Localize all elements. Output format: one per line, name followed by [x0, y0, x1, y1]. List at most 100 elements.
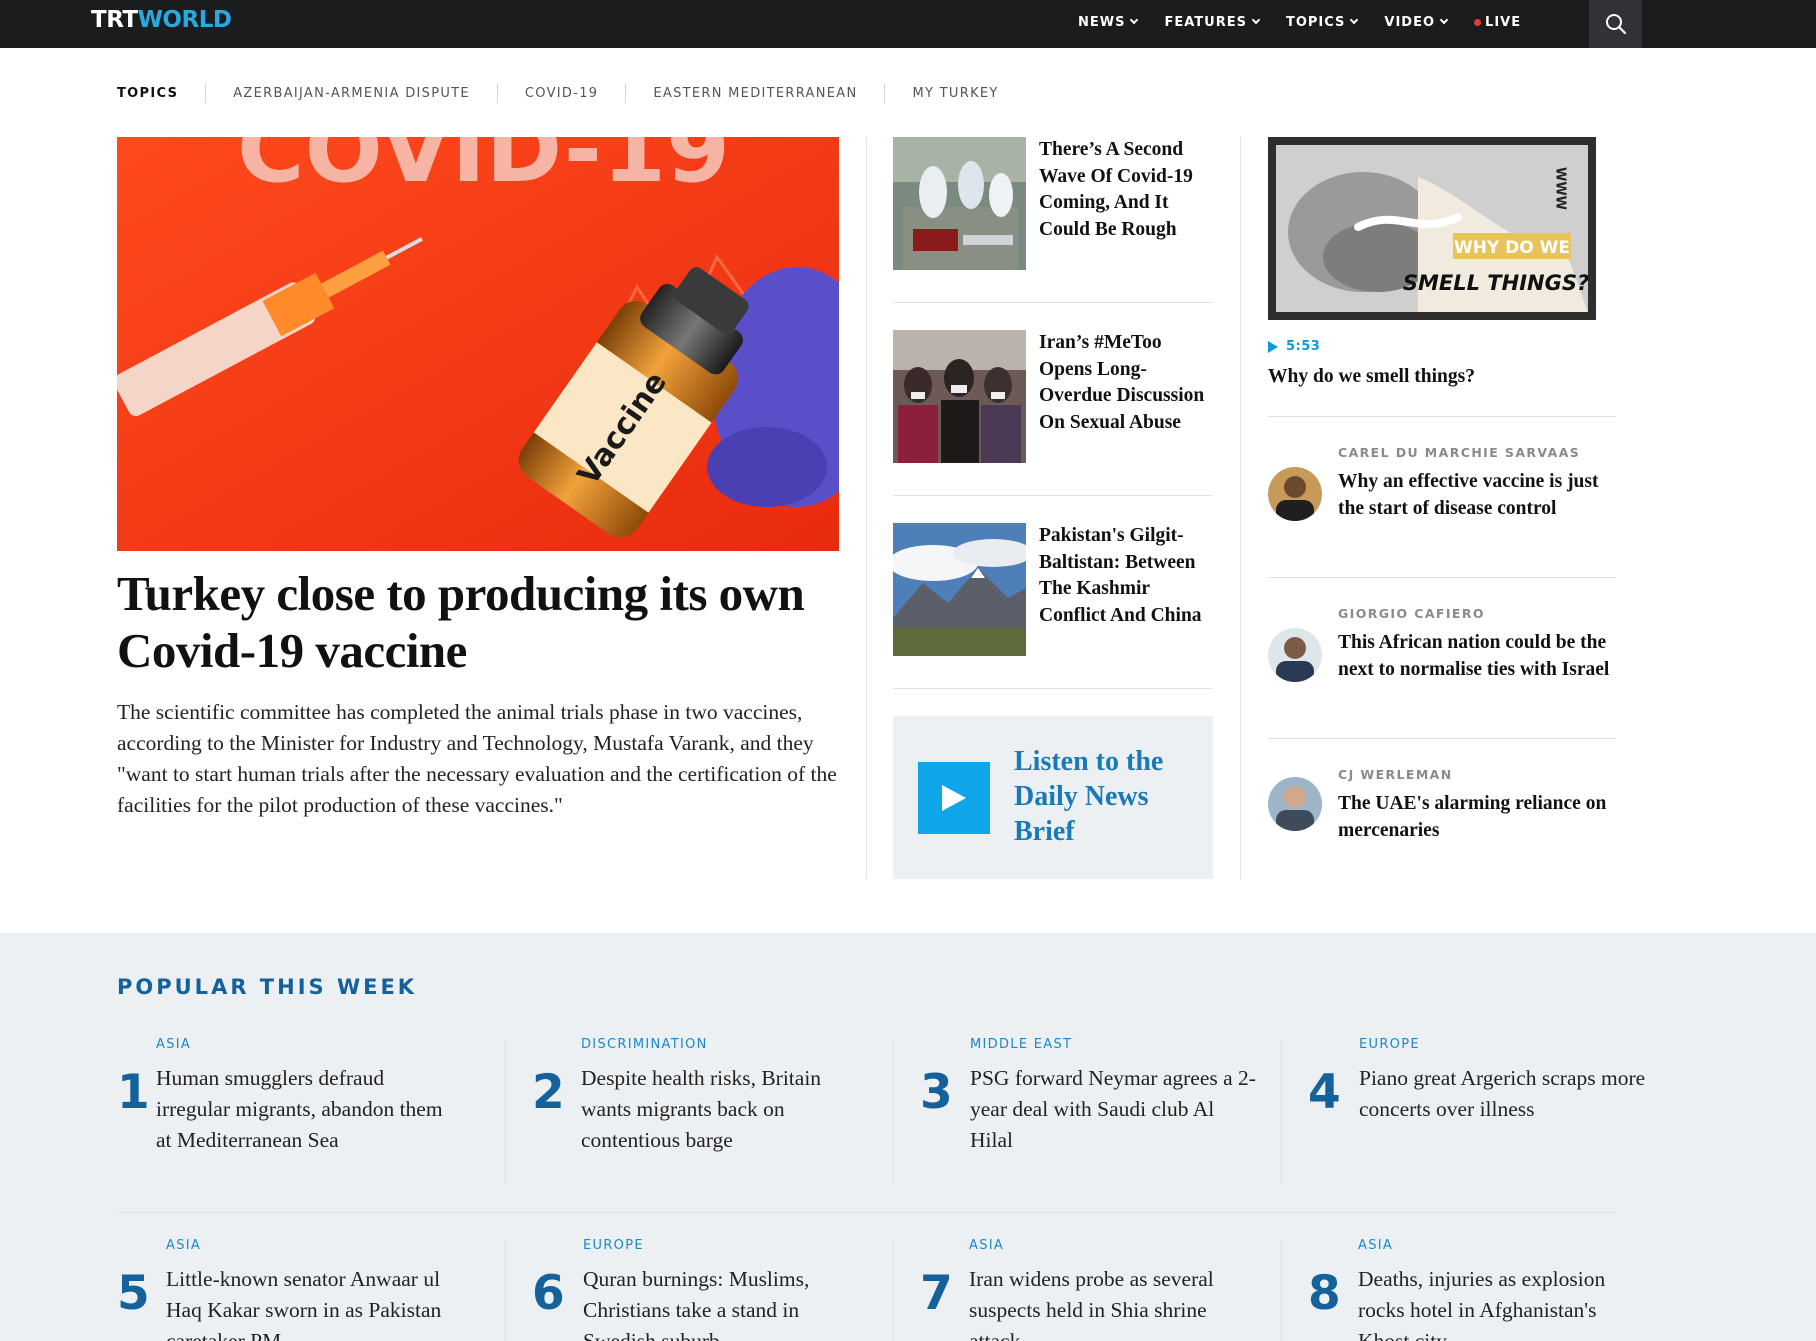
main-nav: NEWS FEATURES TOPICS VIDEO LIVE — [1078, 0, 1548, 44]
divider — [893, 1240, 894, 1341]
rank-number: 6 — [532, 1266, 565, 1321]
opinion-headline[interactable]: The UAE's alarming reliance on mercenari… — [1338, 791, 1618, 844]
topic-link-my-turkey[interactable]: MY TURKEY — [912, 86, 998, 101]
lead-story-summary: The scientific committee has completed t… — [117, 700, 837, 817]
divider — [505, 1240, 506, 1341]
image-banner-text: COVID-19 — [237, 137, 730, 203]
popular-headline[interactable]: PSG forward Neymar agrees a 2-year deal … — [970, 1063, 1260, 1156]
opinion-card[interactable]: CAREL DU MARCHIE SARVAAS Why an effectiv… — [1268, 445, 1618, 565]
divider — [117, 1212, 1617, 1213]
category-label[interactable]: ASIA — [156, 1037, 191, 1052]
category-label[interactable]: ASIA — [1358, 1238, 1393, 1253]
divider — [496, 83, 498, 103]
popular-item[interactable]: 8 ASIA Deaths, injuries as explosion roc… — [1308, 1238, 1648, 1341]
divider — [893, 302, 1213, 303]
popular-item[interactable]: 3 MIDDLE EAST PSG forward Neymar agrees … — [920, 1037, 1260, 1187]
topic-link-eastern-mediterranean[interactable]: EASTERN MEDITERRANEAN — [653, 86, 857, 101]
category-label[interactable]: ASIA — [969, 1238, 1004, 1253]
popular-item[interactable]: 6 EUROPE Quran burnings: Muslims, Christ… — [532, 1238, 862, 1341]
video-thumbnail[interactable]: WHY DO WE SMELL THINGS? WWW — [1268, 137, 1596, 320]
daily-news-brief-podcast[interactable]: Listen to the Daily News Brief — [893, 716, 1213, 879]
live-dot-icon — [1474, 18, 1482, 26]
story-thumbnail-mountains[interactable] — [893, 523, 1026, 656]
divider — [205, 83, 207, 103]
search-button[interactable] — [1589, 0, 1642, 48]
rank-number: 4 — [1308, 1065, 1341, 1120]
nav-video[interactable]: VIDEO — [1384, 14, 1449, 30]
story-card[interactable]: There’s A Second Wave Of Covid-19 Coming… — [893, 137, 1213, 270]
popular-headline[interactable]: Despite health risks, Britain wants migr… — [581, 1063, 871, 1156]
top-navigation-bar: TRTWORLD NEWS FEATURES TOPICS VIDEO LIVE — [0, 0, 1816, 48]
story-thumbnail-covid-workers[interactable] — [893, 137, 1026, 270]
popular-item[interactable]: 2 DISCRIMINATION Despite health risks, B… — [532, 1037, 862, 1187]
story-headline[interactable]: There’s A Second Wave Of Covid-19 Coming… — [1039, 137, 1217, 243]
video-duration: 5:53 — [1268, 339, 1320, 354]
nav-topics-label: TOPICS — [1285, 14, 1346, 30]
section-heading: POPULAR THIS WEEK — [117, 975, 418, 999]
opinion-card[interactable]: GIORGIO CAFIERO This African nation coul… — [1268, 606, 1618, 726]
avatar — [1268, 628, 1322, 682]
video-headline[interactable]: Why do we smell things? — [1268, 364, 1475, 390]
story-headline[interactable]: Pakistan's Gilgit-Baltistan: Between The… — [1039, 523, 1217, 629]
story-headline[interactable]: Iran’s #MeToo Opens Long-Overdue Discuss… — [1039, 330, 1217, 436]
story-thumbnail-protest[interactable] — [893, 330, 1026, 463]
author-name[interactable]: CAREL DU MARCHIE SARVAAS — [1338, 445, 1580, 460]
nav-features[interactable]: FEATURES — [1164, 14, 1261, 30]
thumb-text-line1: WHY DO WE — [1454, 238, 1570, 258]
popular-headline[interactable]: Iran widens probe as several suspects he… — [969, 1264, 1259, 1341]
category-label[interactable]: EUROPE — [1359, 1037, 1420, 1052]
chevron-down-icon — [1439, 15, 1449, 25]
category-label[interactable]: ASIA — [166, 1238, 201, 1253]
opinion-headline[interactable]: Why an effective vaccine is just the sta… — [1338, 469, 1618, 522]
nav-video-label: VIDEO — [1384, 14, 1436, 30]
nav-news[interactable]: NEWS — [1078, 14, 1139, 30]
avatar — [1268, 777, 1322, 831]
column-divider — [1240, 137, 1241, 879]
logo-world: WORLD — [137, 7, 232, 33]
lead-story-image[interactable]: COVID-19 Vaccine — [117, 137, 839, 551]
column-divider — [866, 137, 867, 879]
nav-news-label: NEWS — [1078, 14, 1126, 30]
popular-headline[interactable]: Quran burnings: Muslims, Christians take… — [583, 1264, 873, 1341]
story-card[interactable]: Pakistan's Gilgit-Baltistan: Between The… — [893, 523, 1213, 656]
play-icon — [942, 785, 966, 811]
topics-label: TOPICS — [117, 85, 179, 101]
rank-number: 2 — [532, 1065, 565, 1120]
divider — [1281, 1240, 1282, 1341]
divider — [1281, 1040, 1282, 1184]
popular-item[interactable]: 5 ASIA Little-known senator Anwaar ul Ha… — [117, 1238, 477, 1341]
popular-headline[interactable]: Little-known senator Anwaar ul Haq Kakar… — [166, 1264, 456, 1341]
divider — [893, 495, 1213, 496]
topic-link-covid-19[interactable]: COVID-19 — [525, 86, 598, 101]
topic-link-azerbaijan-armenia[interactable]: AZERBAIJAN-ARMENIA DISPUTE — [233, 86, 470, 101]
story-card[interactable]: Iran’s #MeToo Opens Long-Overdue Discuss… — [893, 330, 1213, 463]
popular-headline[interactable]: Deaths, injuries as explosion rocks hote… — [1358, 1264, 1648, 1341]
nav-features-label: FEATURES — [1164, 14, 1247, 30]
opinion-card[interactable]: CJ WERLEMAN The UAE's alarming reliance … — [1268, 767, 1618, 867]
divider — [1268, 416, 1616, 417]
podcast-label[interactable]: Listen to the Daily News Brief — [1014, 744, 1204, 849]
category-label[interactable]: DISCRIMINATION — [581, 1037, 708, 1052]
author-name[interactable]: CJ WERLEMAN — [1338, 767, 1453, 782]
lead-story-headline[interactable]: Turkey close to producing its own Covid-… — [117, 565, 839, 679]
nav-live-label: LIVE — [1485, 14, 1522, 30]
chevron-down-icon — [1350, 15, 1359, 25]
rank-number: 7 — [920, 1266, 953, 1321]
trt-world-logo[interactable]: TRTWORLD — [91, 7, 232, 33]
play-button[interactable] — [918, 762, 990, 834]
category-label[interactable]: EUROPE — [583, 1238, 644, 1253]
chevron-down-icon — [1251, 15, 1261, 25]
nav-topics[interactable]: TOPICS — [1285, 14, 1359, 30]
category-label[interactable]: MIDDLE EAST — [970, 1037, 1072, 1052]
opinion-headline[interactable]: This African nation could be the next to… — [1338, 630, 1618, 683]
popular-item[interactable]: 1 ASIA Human smugglers defraud irregular… — [117, 1037, 477, 1187]
popular-item[interactable]: 4 EUROPE Piano great Argerich scraps mor… — [1308, 1037, 1648, 1187]
author-name[interactable]: GIORGIO CAFIERO — [1338, 606, 1485, 621]
divider — [505, 1040, 506, 1184]
popular-headline[interactable]: Piano great Argerich scraps more concert… — [1359, 1063, 1649, 1125]
search-icon — [1605, 14, 1626, 35]
popular-item[interactable]: 7 ASIA Iran widens probe as several susp… — [920, 1238, 1260, 1341]
popular-headline[interactable]: Human smugglers defraud irregular migran… — [156, 1063, 446, 1156]
nav-live[interactable]: LIVE — [1474, 15, 1521, 30]
play-icon — [1268, 340, 1278, 353]
